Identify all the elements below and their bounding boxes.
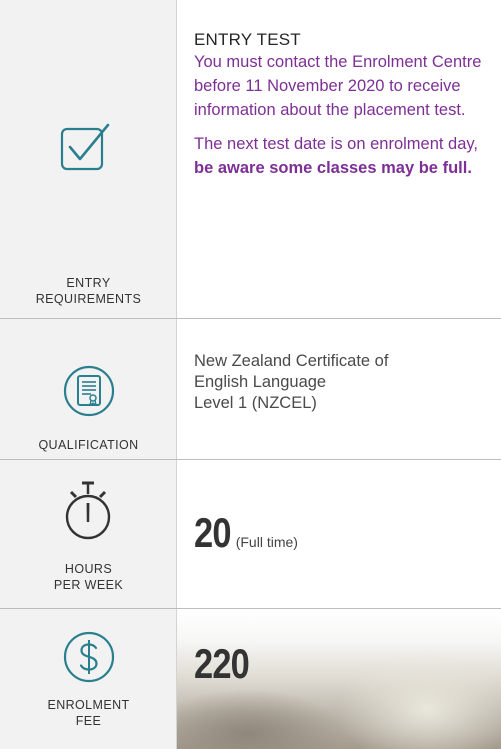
qualification-content: New Zealand Certificate of English Langu… xyxy=(194,351,489,414)
entry-test-paragraph-1: You must contact the Enrolment Centre be… xyxy=(194,53,482,119)
entry-test-heading: ENTRY TEST xyxy=(194,30,301,49)
hours-label-line1: HOURS xyxy=(64,562,113,576)
certificate-icon xyxy=(63,365,115,417)
dollar-icon xyxy=(63,631,115,683)
qualification-line1: New Zealand Certificate of xyxy=(194,352,389,370)
hours-unit: (Full time) xyxy=(235,534,298,550)
row-divider xyxy=(0,459,501,460)
stopwatch-icon xyxy=(62,480,114,550)
fee-label-line2: FEE xyxy=(75,714,102,728)
checkbox-icon xyxy=(60,123,116,173)
fee-label-line1: ENROLMENT xyxy=(47,698,130,712)
hours-per-week-label: HOURS PER WEEK xyxy=(0,561,177,593)
photo-shadow xyxy=(177,689,347,749)
entry-requirements-label: ENTRY REQUIREMENTS xyxy=(0,275,177,307)
qualification-label: QUALIFICATION xyxy=(38,438,139,452)
hours-value: 20 xyxy=(194,509,231,556)
entry-requirements-content: ENTRY TEST You must contact the Enrolmen… xyxy=(194,29,489,180)
entry-label-line2: REQUIREMENTS xyxy=(35,292,142,306)
enrolment-fee-label: ENROLMENT FEE xyxy=(0,697,177,729)
hours-label-line2: PER WEEK xyxy=(53,578,124,592)
entry-para2-text: The next test date is on enrolment day, xyxy=(194,135,479,153)
qualification-line2: English Language xyxy=(194,373,327,391)
entry-para2-bold: be aware some classes may be full. xyxy=(194,159,472,177)
row-divider xyxy=(0,318,501,319)
qualification-line3: Level 1 (NZCEL) xyxy=(194,394,317,412)
hours-content: 20 (Full time) xyxy=(194,509,489,557)
entry-label-line1: ENTRY xyxy=(66,276,111,290)
fee-content: 220 xyxy=(194,640,489,688)
entry-test-paragraph-2: The next test date is on enrolment day, … xyxy=(194,132,484,180)
fee-value: 220 xyxy=(194,640,250,687)
